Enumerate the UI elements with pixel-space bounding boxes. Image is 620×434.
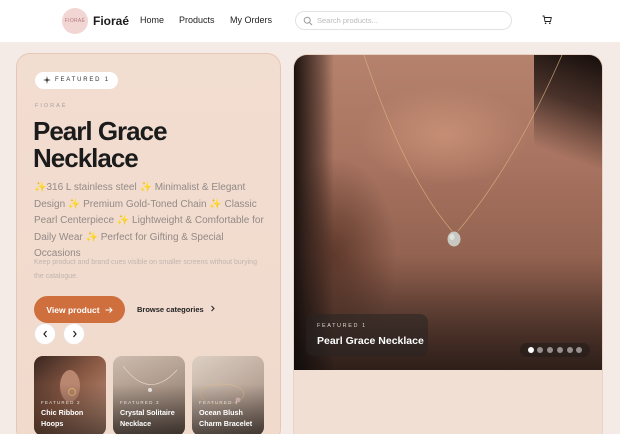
cart-icon[interactable]	[542, 15, 552, 25]
thumbnail-name: Ocean Blush Charm Bracelet	[199, 408, 253, 428]
hero-caption: FEATURED 1 Pearl Grace Necklace	[306, 314, 428, 356]
thumbnail-name: Chic Ribbon Hoops	[41, 408, 84, 428]
slide-dot[interactable]	[576, 347, 582, 353]
brand-name[interactable]: Fioraé	[93, 14, 129, 28]
logo-text: FIORAÉ	[64, 18, 86, 24]
search-input[interactable]: Search products...	[295, 11, 512, 30]
brand-eyebrow: FIORAÉ	[35, 103, 68, 109]
nav-home[interactable]: Home	[140, 15, 164, 25]
thumbnail-card[interactable]: FEATURED 2 Chic Ribbon Hoops	[34, 356, 106, 434]
thumbnail-card[interactable]: FEATURED 3 Crystal Solitaire Necklace	[113, 356, 185, 434]
chevron-right-icon	[72, 330, 77, 338]
prev-slide-button[interactable]	[34, 323, 56, 345]
hero-eyebrow: FEATURED 1	[317, 323, 367, 329]
top-nav: FIORAÉ Fioraé Home Products My Orders Se…	[0, 0, 620, 42]
hero-card: FEATURED 1 Pearl Grace Necklace	[293, 54, 603, 434]
browse-categories-label: Browse categories	[137, 305, 204, 314]
product-description: ✨316 L stainless steel ✨ Minimalist & El…	[34, 182, 264, 259]
sparkle-icon	[43, 76, 51, 84]
next-slide-button[interactable]	[63, 323, 85, 345]
slide-dot[interactable]	[547, 347, 553, 353]
nav-products[interactable]: Products	[179, 15, 215, 25]
thumbnail-eyebrow: FEATURED 3	[120, 400, 160, 405]
thumbnail-eyebrow: FEATURED 4	[199, 400, 239, 405]
slide-indicator	[520, 343, 590, 357]
chevron-left-icon	[42, 330, 47, 338]
slide-dot[interactable]	[528, 347, 534, 353]
search-icon	[303, 16, 313, 26]
nav-my-orders[interactable]: My Orders	[230, 15, 272, 25]
search-placeholder: Search products...	[317, 16, 378, 25]
hero-image[interactable]: FEATURED 1 Pearl Grace Necklace	[294, 55, 602, 370]
hero-title: Pearl Grace Necklace	[317, 335, 424, 347]
helper-text: Keep product and brand cues visible on s…	[34, 259, 257, 280]
featured-info-card: FEATURED 1 FIORAÉ Pearl Grace Necklace ✨…	[16, 53, 281, 434]
view-product-button[interactable]: View product	[34, 296, 125, 323]
chevron-right-icon	[210, 305, 215, 312]
slide-dot[interactable]	[537, 347, 543, 353]
thumbnail-card[interactable]: FEATURED 4 Ocean Blush Charm Bracelet	[192, 356, 264, 434]
product-title: Pearl Grace Necklace	[33, 116, 168, 173]
slide-dot[interactable]	[567, 347, 573, 353]
thumbnail-eyebrow: FEATURED 2	[41, 400, 81, 405]
arrow-right-icon	[105, 306, 113, 313]
featured-badge: FEATURED 1	[35, 72, 118, 89]
slide-dot[interactable]	[557, 347, 563, 353]
view-product-label: View product	[46, 304, 100, 315]
brand-logo[interactable]: FIORAÉ	[62, 8, 88, 34]
thumbnail-name: Crystal Solitaire Necklace	[120, 408, 175, 428]
featured-badge-label: FEATURED 1	[55, 77, 110, 83]
browse-categories-link[interactable]: Browse categories	[137, 305, 216, 314]
